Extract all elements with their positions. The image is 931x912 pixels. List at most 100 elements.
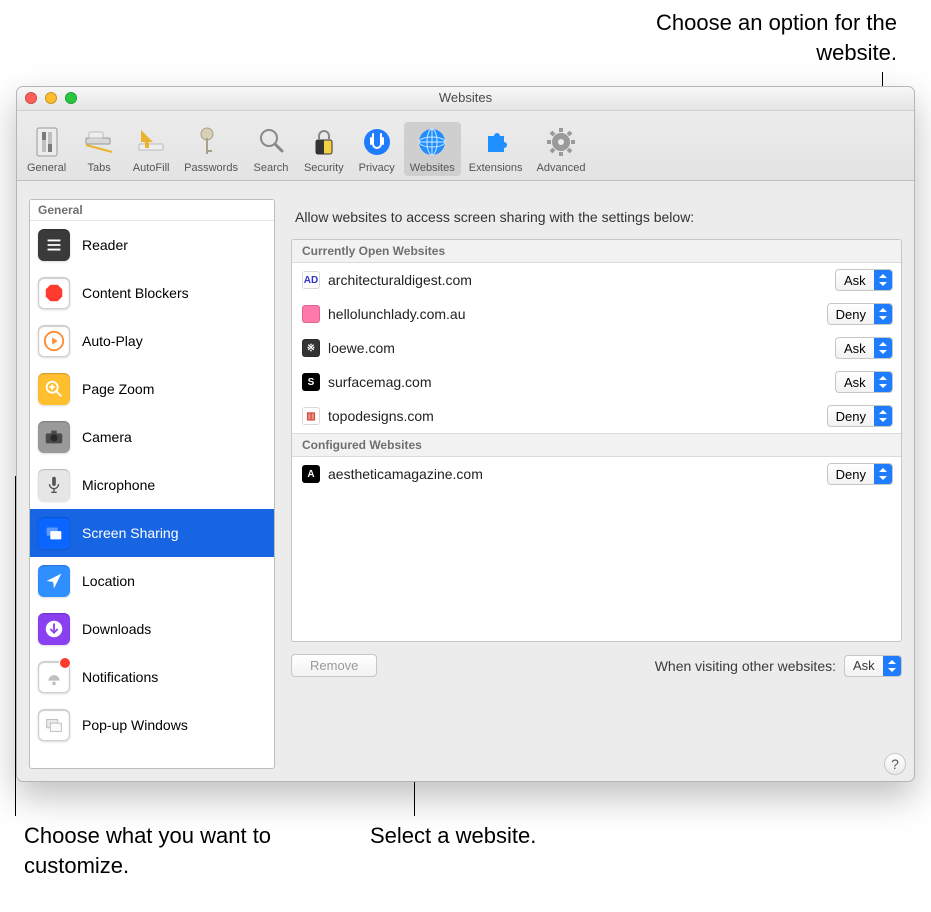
favicon: A (302, 465, 320, 483)
toolbar-security[interactable]: Security (298, 122, 350, 176)
key-icon (195, 124, 227, 160)
gear-icon (545, 124, 577, 160)
website-policy-value: Deny (828, 307, 874, 322)
select-arrows-icon (874, 304, 892, 324)
remove-button[interactable]: Remove (291, 654, 377, 677)
favicon: S (302, 373, 320, 391)
default-policy-select[interactable]: Ask (844, 655, 902, 677)
sidebar-item-page-zoom[interactable]: Page Zoom (30, 365, 274, 413)
website-policy-select[interactable]: Deny (827, 463, 893, 485)
toolbar-label: Extensions (469, 162, 523, 174)
favicon: ▥ (302, 407, 320, 425)
default-policy-value: Ask (845, 658, 883, 673)
puzzle-icon (480, 124, 512, 160)
toolbar-label: Search (254, 162, 289, 174)
content-area: General Reader Content Blockers Auto-Pla… (29, 199, 902, 769)
sidebar-section-header: General (30, 200, 274, 221)
select-arrows-icon (874, 406, 892, 426)
help-button[interactable]: ? (884, 753, 906, 775)
website-policy-select[interactable]: Ask (835, 337, 893, 359)
zoom-icon (38, 373, 70, 405)
screen-sharing-icon (38, 517, 70, 549)
stop-icon (38, 277, 70, 309)
notification-badge (60, 658, 70, 668)
windows-icon (38, 709, 70, 741)
website-row[interactable]: ADarchitecturaldigest.comAsk (292, 263, 901, 297)
website-row[interactable]: Ssurfacemag.com Ask (292, 365, 901, 399)
sidebar-item-reader[interactable]: Reader (30, 221, 274, 269)
toolbar-extensions[interactable]: Extensions (463, 122, 529, 176)
autofill-icon (135, 124, 167, 160)
toolbar-search[interactable]: Search (246, 122, 296, 176)
website-row[interactable]: ▥topodesigns.comDeny (292, 399, 901, 433)
play-icon (38, 325, 70, 357)
download-icon (38, 613, 70, 645)
sidebar-item-microphone[interactable]: Microphone (30, 461, 274, 509)
sidebar-item-camera[interactable]: Camera (30, 413, 274, 461)
sidebar-item-notifications[interactable]: Notifications (30, 653, 274, 701)
sidebar-item-label: Downloads (82, 621, 151, 637)
select-arrows-icon (874, 270, 892, 290)
sidebar-item-label: Microphone (82, 477, 155, 493)
sidebar-item-label: Reader (82, 237, 128, 253)
website-policy-select[interactable]: Deny (827, 405, 893, 427)
website-policy-select[interactable]: Ask (835, 269, 893, 291)
sidebar-item-screen-sharing[interactable]: Screen Sharing (30, 509, 274, 557)
website-policy-select[interactable]: Ask (835, 371, 893, 393)
website-host: aestheticamagazine.com (328, 466, 819, 482)
website-host: loewe.com (328, 340, 827, 356)
search-icon (255, 124, 287, 160)
main-heading: Allow websites to access screen sharing … (291, 199, 902, 239)
toolbar-general[interactable]: General (21, 122, 72, 176)
camera-icon (38, 421, 70, 453)
preferences-window: Websites General Tabs AutoFill Pass (16, 86, 915, 782)
sidebar: General Reader Content Blockers Auto-Pla… (29, 199, 275, 769)
sidebar-item-label: Notifications (82, 669, 158, 685)
toolbar-label: Passwords (184, 162, 238, 174)
window-title: Websites (17, 90, 914, 105)
website-policy-select[interactable]: Deny (827, 303, 893, 325)
titlebar: Websites (17, 87, 914, 111)
favicon: ※ (302, 339, 320, 357)
toolbar-label: Advanced (537, 162, 586, 174)
footer-label: When visiting other websites: (655, 658, 836, 674)
toolbar-advanced[interactable]: Advanced (531, 122, 592, 176)
sidebar-item-auto-play[interactable]: Auto-Play (30, 317, 274, 365)
callout-choose-customize: Choose what you want to customize. (24, 821, 304, 880)
website-row[interactable]: Aaestheticamagazine.com Deny (292, 457, 901, 491)
toolbar-label: Websites (410, 162, 455, 174)
websites-table: Currently Open Websites ADarchitecturald… (291, 239, 902, 642)
toolbar-tabs[interactable]: Tabs (74, 122, 124, 176)
toolbar-label: AutoFill (133, 162, 170, 174)
favicon (302, 305, 320, 323)
section-header-open: Currently Open Websites (292, 240, 901, 263)
sidebar-item-label: Pop-up Windows (82, 717, 188, 733)
toolbar-privacy[interactable]: Privacy (352, 122, 402, 176)
main-panel: Allow websites to access screen sharing … (291, 199, 902, 769)
globe-icon (416, 124, 448, 160)
website-policy-value: Deny (828, 409, 874, 424)
preferences-toolbar: General Tabs AutoFill Passwords Search (17, 111, 914, 181)
toolbar-autofill[interactable]: AutoFill (126, 122, 176, 176)
sidebar-item-downloads[interactable]: Downloads (30, 605, 274, 653)
select-arrows-icon (874, 338, 892, 358)
website-row[interactable]: ※ loewe.com Ask (292, 331, 901, 365)
sidebar-item-label: Content Blockers (82, 285, 189, 301)
callout-select-website: Select a website. (370, 821, 670, 851)
website-row[interactable]: hellolunchlady.com.auDeny (292, 297, 901, 331)
website-host: architecturaldigest.com (328, 272, 827, 288)
sidebar-item-popup-windows[interactable]: Pop-up Windows (30, 701, 274, 749)
toolbar-label: Privacy (359, 162, 395, 174)
sidebar-item-location[interactable]: Location (30, 557, 274, 605)
select-arrows-icon (874, 464, 892, 484)
website-host: surfacemag.com (328, 374, 827, 390)
table-footer: Remove When visiting other websites: Ask (291, 642, 902, 677)
website-policy-value: Ask (836, 273, 874, 288)
select-arrows-icon (883, 656, 901, 676)
toolbar-label: Tabs (88, 162, 111, 174)
toolbar-websites[interactable]: Websites (404, 122, 461, 176)
select-arrows-icon (874, 372, 892, 392)
sidebar-item-content-blockers[interactable]: Content Blockers (30, 269, 274, 317)
toolbar-passwords[interactable]: Passwords (178, 122, 244, 176)
reader-icon (38, 229, 70, 261)
